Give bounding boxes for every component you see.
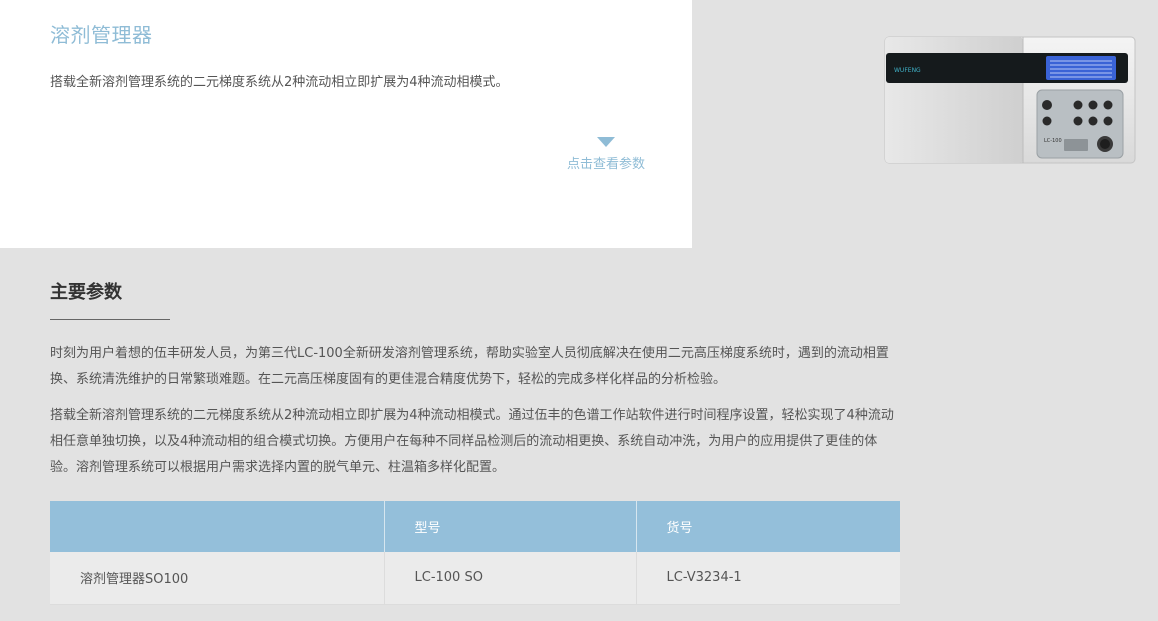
page: 溶剂管理器 搭载全新溶剂管理系统的二元梯度系统从2种流动相立即扩展为4种流动相模… <box>0 0 1158 621</box>
cell-sku: LC-V3234-1 <box>636 552 900 605</box>
spec-table: 型号 货号 溶剂管理器SO100 LC-100 SO LC-V3234-1 <box>50 501 900 605</box>
description-paragraph: 时刻为用户着想的伍丰研发人员，为第三代LC-100全新研发溶剂管理系统，帮助实验… <box>50 346 889 387</box>
view-params-label[interactable]: 点击查看参数 <box>560 153 652 172</box>
cell-name: 溶剂管理器SO100 <box>50 552 385 605</box>
table-header-row: 型号 货号 <box>50 501 900 552</box>
device-brand: WUFENG <box>894 67 921 74</box>
page-title: 溶剂管理器 <box>50 23 153 47</box>
view-params-link[interactable]: 点击查看参数 <box>560 137 652 172</box>
device-model: LC-100 <box>1044 138 1062 144</box>
header-cell-name <box>50 501 385 552</box>
header-cell-model: 型号 <box>384 501 637 552</box>
table-row: 溶剂管理器SO100 LC-100 SO LC-V3234-1 <box>50 552 900 605</box>
intro-description: 搭载全新溶剂管理系统的二元梯度系统从2种流动相立即扩展为4种流动相模式。 <box>50 75 509 90</box>
title-divider <box>50 319 170 320</box>
intro-card: 溶剂管理器 搭载全新溶剂管理系统的二元梯度系统从2种流动相立即扩展为4种流动相模… <box>0 0 692 248</box>
triangle-down-icon[interactable] <box>597 137 615 147</box>
product-image: WUFENG LC-100 <box>884 36 1136 164</box>
section-title: 主要参数 <box>50 282 122 303</box>
description-paragraph: 搭载全新溶剂管理系统的二元梯度系统从2种流动相立即扩展为4种流动相模式。通过伍丰… <box>50 408 894 475</box>
cell-model: LC-100 SO <box>384 552 637 605</box>
header-cell-sku: 货号 <box>636 501 900 552</box>
